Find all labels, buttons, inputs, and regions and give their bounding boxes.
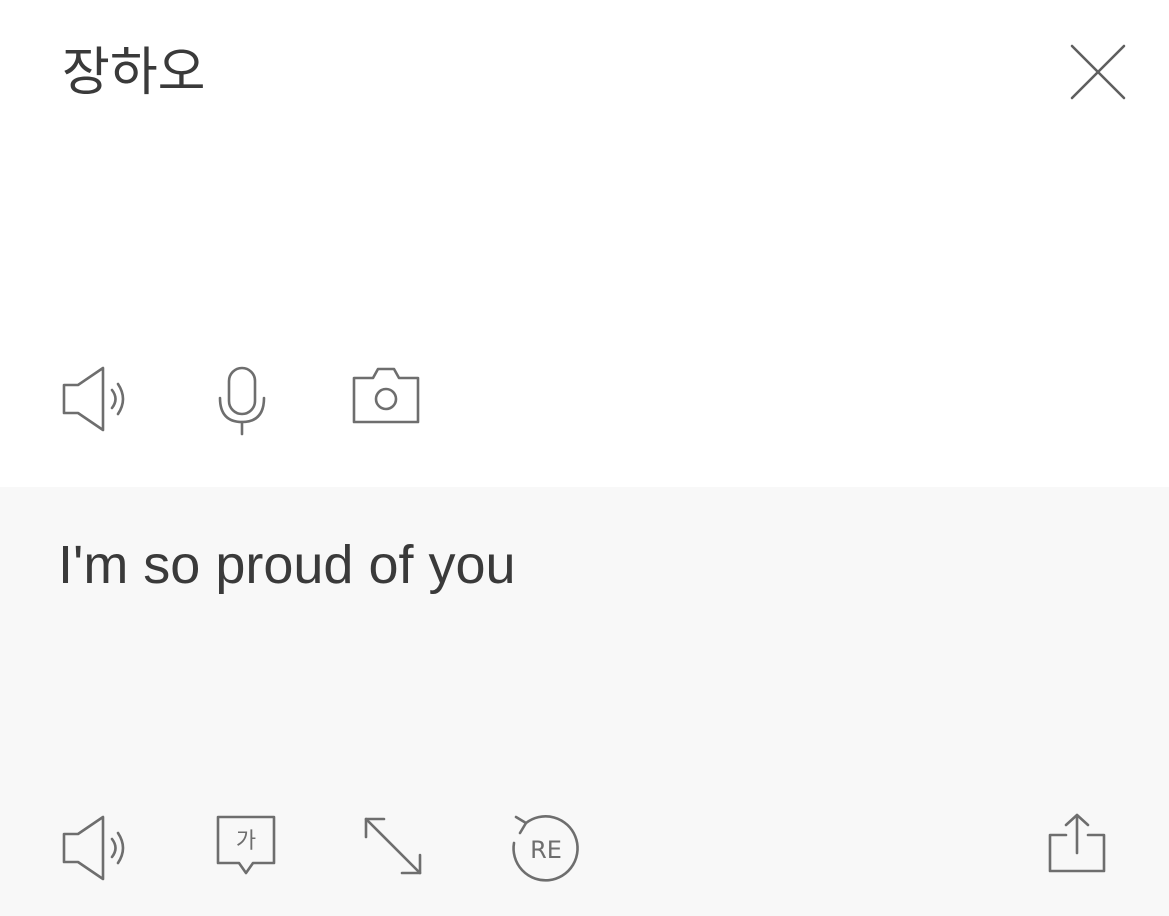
camera-icon — [352, 367, 420, 424]
close-button[interactable] — [1066, 40, 1130, 104]
retranslate-glyph: RE — [530, 836, 562, 864]
source-voice-button[interactable] — [217, 366, 267, 436]
speaker-icon — [62, 815, 125, 881]
source-pane: 장하오 — [0, 0, 1169, 487]
translation-card: 장하오 I'm so proud of you 가 RE — [0, 0, 1169, 916]
microphone-icon — [218, 366, 266, 436]
close-icon — [1070, 44, 1126, 100]
source-listen-button[interactable] — [62, 366, 132, 432]
expand-button[interactable] — [362, 815, 426, 879]
pronunciation-glyph: 가 — [236, 829, 256, 854]
korean-pronunciation-icon: 가 — [216, 815, 276, 875]
target-pane: I'm so proud of you 가 RE — [0, 487, 1169, 916]
target-text[interactable]: I'm so proud of you — [58, 538, 516, 592]
target-listen-button[interactable] — [62, 815, 132, 881]
share-button[interactable] — [1046, 813, 1108, 875]
speaker-icon — [62, 366, 125, 432]
source-text[interactable]: 장하오 — [62, 38, 206, 108]
retranslate-button[interactable]: RE — [510, 813, 582, 885]
pronunciation-button[interactable]: 가 — [216, 815, 278, 879]
share-icon — [1048, 813, 1106, 873]
expand-icon — [364, 817, 422, 875]
retranslate-icon: RE — [512, 815, 579, 882]
source-camera-button[interactable] — [352, 366, 420, 424]
